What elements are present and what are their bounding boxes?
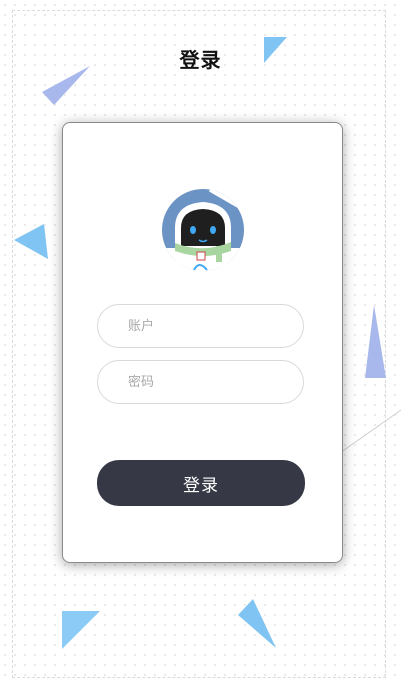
login-button[interactable]: 登录 xyxy=(97,460,305,506)
avatar xyxy=(162,189,244,271)
login-card: 登录 xyxy=(62,122,343,563)
decor-triangle-blue-bottom-left xyxy=(62,611,100,649)
account-input[interactable] xyxy=(97,304,304,348)
decor-triangle-lavender-right xyxy=(365,305,386,378)
decor-triangle-blue-bottom-mid xyxy=(238,599,276,648)
page-title: 登录 xyxy=(179,48,222,72)
decor-triangle-blue-left xyxy=(14,224,48,259)
password-input[interactable] xyxy=(97,360,304,404)
login-page: 登录 登录 xyxy=(0,0,401,683)
